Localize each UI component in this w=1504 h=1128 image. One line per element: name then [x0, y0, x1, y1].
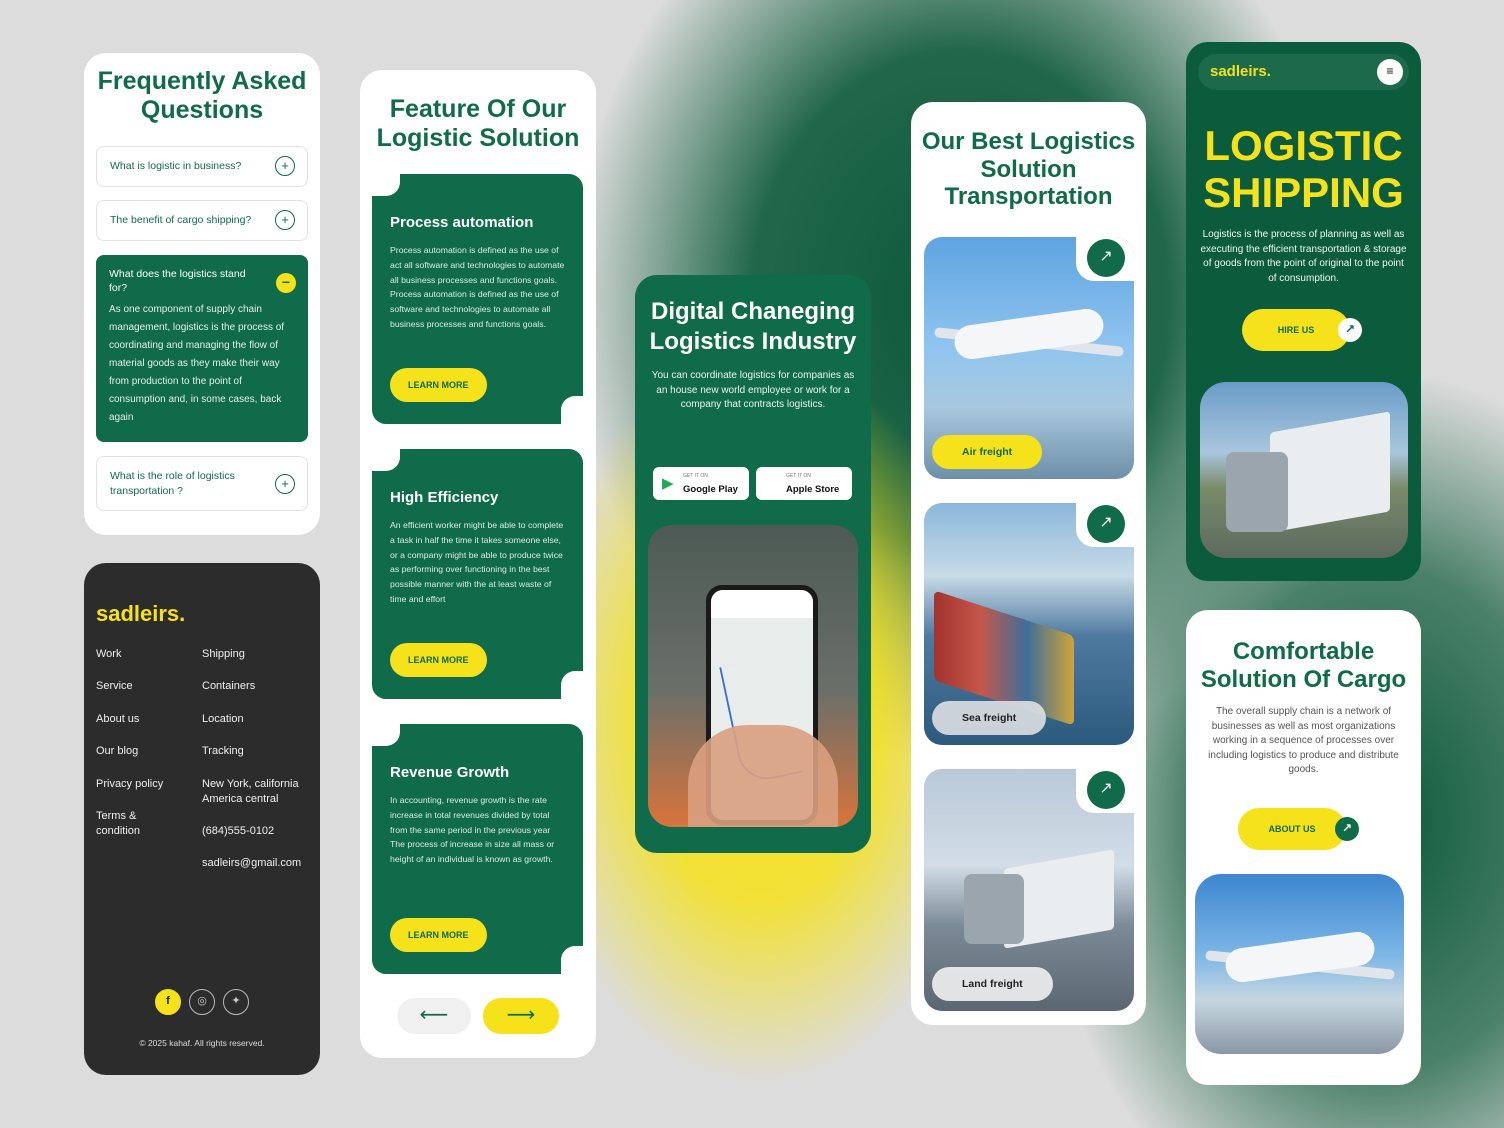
footer-email[interactable]: sadleirs@gmail.com [202, 856, 301, 871]
feature-title: Process automation [390, 214, 534, 231]
truck-hero-image [1200, 382, 1408, 558]
tile-label: Air freight [932, 435, 1043, 469]
arrow-up-right-icon[interactable]: ↗ [1087, 239, 1125, 277]
faq-question: What is logistic in business? [110, 160, 242, 172]
footer-link-privacy[interactable]: Privacy policy [96, 777, 163, 792]
footer-logo: sadleirs. [96, 601, 186, 626]
hero-title: LOGISTIC SHIPPING [1203, 122, 1404, 217]
footer-link-terms[interactable]: Terms & condition [96, 809, 166, 839]
faq-question: What is the role of logistics transporta… [110, 470, 235, 497]
feature-text: Process automation is defined as the use… [390, 245, 565, 329]
instagram-icon[interactable]: ◎ [189, 989, 215, 1015]
faq-item-expanded[interactable]: What does the logistics stand for? As on… [96, 255, 308, 442]
arrow-up-right-icon[interactable]: ↗ [1087, 505, 1125, 543]
comfort-title: Comfortable Solution Of Cargo [1200, 638, 1407, 693]
footer-panel: sadleirs. Work Service About us Our blog… [84, 563, 320, 1075]
comfort-panel: Comfortable Solution Of Cargo The overal… [1186, 610, 1421, 1085]
plus-icon[interactable]: + [275, 210, 295, 231]
faq-item[interactable]: The benefit of cargo shipping? + [96, 200, 308, 241]
arrow-up-right-icon[interactable]: ↗ [1087, 771, 1125, 809]
tile-label: Land freight [932, 967, 1053, 1001]
store-name: Apple Store [786, 484, 840, 495]
comfort-description: The overall supply chain is a network of… [1208, 706, 1399, 776]
footer-link-containers[interactable]: Containers [202, 679, 255, 694]
minus-icon[interactable]: − [276, 273, 296, 293]
phone-image [648, 525, 858, 827]
faq-item[interactable]: What is the role of logistics transporta… [96, 456, 308, 512]
footer-address: New York, california America central [202, 778, 299, 805]
hero-panel: sadleirs. ≡ LOGISTIC SHIPPING Logistics … [1186, 42, 1421, 581]
facebook-icon[interactable]: f [155, 989, 181, 1015]
twitter-icon[interactable]: ✦ [223, 989, 249, 1015]
truck-image [1270, 411, 1390, 533]
plane-image [952, 306, 1106, 362]
about-us-button[interactable]: ABOUT US [1238, 808, 1346, 850]
tile-label: Sea freight [932, 701, 1047, 735]
plus-icon[interactable]: + [275, 156, 295, 177]
arrow-left-icon[interactable]: ⟵ [397, 998, 471, 1034]
truck-image [1226, 452, 1288, 532]
footer-link-tracking[interactable]: Tracking [202, 744, 244, 759]
learn-more-button[interactable]: LEARN MORE [390, 368, 487, 402]
menu-icon[interactable]: ≡ [1377, 59, 1403, 85]
apple-store-button[interactable]: GET IT ON Apple Store [756, 467, 852, 500]
sea-freight-tile[interactable]: ↗ Sea freight [924, 503, 1134, 745]
truck-image [964, 874, 1024, 944]
arrow-up-right-icon[interactable]: ↗ [1335, 817, 1359, 841]
footer-link-shipping[interactable]: Shipping [202, 647, 245, 662]
google-play-icon: ▶ [662, 475, 674, 492]
footer-link-location[interactable]: Location [202, 712, 244, 727]
features-title: Feature Of Our Logistic Solution [376, 95, 580, 152]
navbar: sadleirs. ≡ [1198, 54, 1409, 90]
store-small-label: GET IT ON [683, 473, 708, 479]
footer-link-blog[interactable]: Our blog [96, 744, 138, 759]
plus-icon[interactable]: + [275, 473, 295, 494]
store-small-label: GET IT ON [786, 473, 811, 479]
digital-subtitle: You can coordinate logistics for compani… [651, 370, 855, 410]
faq-answer: As one component of supply chain managem… [109, 304, 285, 424]
feature-title: High Efficiency [390, 489, 499, 506]
hand-image [688, 725, 838, 827]
faq-title: Frequently Asked Questions [97, 67, 307, 124]
faq-item[interactable]: What is logistic in business? + [96, 146, 308, 187]
footer-link-service[interactable]: Service [96, 679, 133, 694]
best-title: Our Best Logistics Solution Transportati… [921, 128, 1136, 211]
footer-phone: (684)555-0102 [202, 825, 275, 837]
feature-card: Process automation Process automation is… [372, 174, 583, 424]
footer-link-about[interactable]: About us [96, 712, 139, 727]
digital-panel: Digital Chaneging Logistics Industry You… [635, 275, 871, 853]
digital-title: Digital Chaneging Logistics Industry [649, 298, 857, 355]
feature-text: In accounting, revenue growth is the rat… [390, 795, 555, 865]
copyright: © 2025 kahaf. All rights reserved. [139, 1038, 265, 1048]
faq-question: What does the logistics stand for? [109, 268, 246, 295]
feature-title: Revenue Growth [390, 764, 510, 781]
footer-link-work[interactable]: Work [96, 647, 121, 662]
arrow-up-right-icon[interactable]: ↗ [1338, 318, 1362, 342]
hero-logo[interactable]: sadleirs. [1210, 63, 1271, 80]
hero-description: Logistics is the process of planning as … [1200, 229, 1407, 284]
learn-more-button[interactable]: LEARN MORE [390, 643, 487, 677]
plane-image [1195, 874, 1404, 1054]
arrow-right-icon[interactable]: ⟶ [483, 998, 559, 1034]
faq-question: The benefit of cargo shipping? [110, 214, 252, 226]
google-play-button[interactable]: ▶ GET IT ON Google Play [653, 467, 749, 500]
features-panel: Feature Of Our Logistic Solution Process… [360, 70, 596, 1058]
land-freight-tile[interactable]: ↗ Land freight [924, 769, 1134, 1011]
hire-us-button[interactable]: HIRE US [1242, 309, 1350, 351]
faq-panel: Frequently Asked Questions What is logis… [84, 53, 320, 535]
learn-more-button[interactable]: LEARN MORE [390, 918, 487, 952]
feature-card: High Efficiency An efficient worker migh… [372, 449, 583, 699]
best-panel: Our Best Logistics Solution Transportati… [911, 102, 1146, 1025]
feature-text: An efficient worker might be able to com… [390, 520, 564, 604]
store-name: Google Play [683, 484, 738, 495]
feature-card: Revenue Growth In accounting, revenue gr… [372, 724, 583, 974]
air-freight-tile[interactable]: ↗ Air freight [924, 237, 1134, 479]
